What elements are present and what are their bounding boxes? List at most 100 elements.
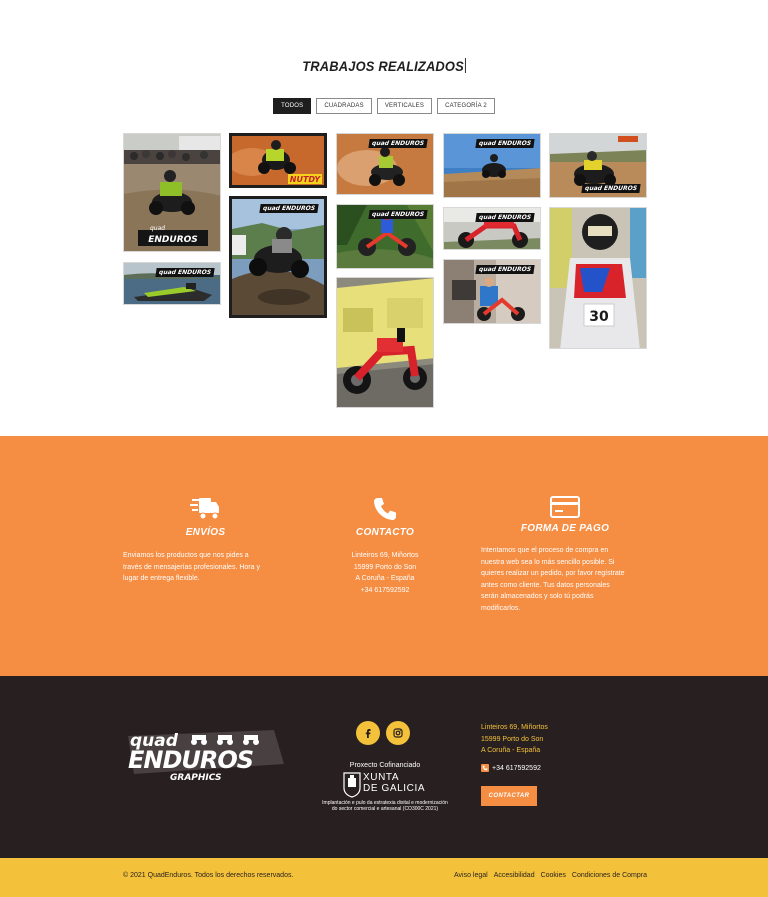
gallery-filters: TODOS CUADRADAS VERTICALES CATEGORÍA 2 (0, 98, 768, 114)
payment-line: nuestra web sea lo más sencillo posible.… (481, 558, 615, 566)
quadenduros-watermark: quad ENDUROS (155, 268, 215, 277)
footer-address-line: 15999 Porto do Son (481, 735, 544, 743)
shipping-line: lugar de entrega flexible. (123, 575, 200, 582)
rider-closeup-image: 30 (550, 208, 646, 348)
payment-text: Intentamos que el proceso de compra en n… (481, 545, 649, 614)
contact-phone[interactable]: +34 617592592 (310, 585, 460, 597)
electric-bike-image (337, 278, 433, 407)
gallery-photo-dirtbike-dust[interactable]: quad ENDUROS (336, 133, 434, 195)
gallery-photo-electric-bike[interactable] (336, 277, 434, 408)
quadenduros-watermark: quad ENDUROS (475, 265, 535, 274)
rider-number: 30 (589, 309, 609, 325)
logo-word-enduros: ENDUROS (128, 746, 253, 774)
payment-column: FORMA DE PAGO Intentamos que el proceso … (481, 496, 649, 614)
contact-button[interactable]: CONTACTAR (481, 786, 537, 806)
badge-text: quad ENDUROS (158, 269, 212, 276)
implementation-note: Implantación e pulo da estratexia dixita… (300, 800, 470, 812)
contact-address-line: 15999 Porto do Son (353, 563, 417, 571)
quadenduros-watermark: quad ENDUROS (368, 210, 428, 219)
quad-jump-image (232, 199, 324, 315)
badge-text: quad ENDUROS (478, 266, 532, 273)
footer-phone[interactable]: +34 617592592 (481, 764, 541, 772)
gallery-photo-rider-closeup[interactable]: 30 (549, 207, 647, 349)
link-accesibilidad[interactable]: Accesibilidad (494, 872, 535, 879)
quadenduros-watermark: quad ENDUROS (581, 184, 641, 193)
credit-card-icon (550, 496, 580, 518)
filter-todos[interactable]: TODOS (273, 98, 312, 114)
logo-word-graphics: GRAPHICS (170, 773, 222, 783)
payment-line: antes como cliente. Tus datos personales (481, 581, 610, 589)
instagram-icon (393, 728, 403, 738)
payment-line: quieres realizar un pedido, por favor re… (481, 570, 625, 577)
contact-text: Linteiros 69, Miñortos 15999 Porto do So… (310, 550, 460, 596)
payment-line: Intentamos que el proceso de compra en (481, 547, 609, 554)
xunta-line-1: XUNTA (363, 772, 400, 783)
badge-text: quad ENDUROS (478, 214, 532, 221)
facebook-button[interactable] (356, 721, 380, 745)
gallery-photo-quad-crowd[interactable]: ENDUROS quad (123, 133, 221, 252)
gallery-photo-red-bike[interactable]: quad ENDUROS (443, 207, 541, 250)
quadenduros-watermark: quad ENDUROS (259, 204, 319, 213)
payment-heading: FORMA DE PAGO (520, 523, 610, 534)
badge-text: quad ENDUROS (371, 140, 425, 147)
shipping-heading: ENVÍOS (185, 527, 226, 538)
truck-icon (190, 498, 219, 520)
payment-line: serán almacenados y solo tú podrás (481, 593, 594, 600)
gallery-photo-quad-sky[interactable]: quad ENDUROS (443, 133, 541, 198)
gallery-photo-quad-dust[interactable]: NUTDY (229, 133, 327, 188)
contact-address-line: A Coruña - España (355, 575, 415, 582)
badge-text: quad ENDUROS (478, 140, 532, 147)
quadenduros-watermark: quad ENDUROS (475, 139, 535, 148)
link-condiciones-compra[interactable]: Condiciones de Compra (572, 872, 647, 879)
text-caret (464, 58, 466, 73)
contact-address-line: Linteiros 69, Miñortos (351, 552, 419, 559)
svg-text:quad: quad (150, 225, 165, 232)
torn-edge-decoration (0, 439, 768, 452)
shipping-text: Enviamos los productos que nos pides a t… (123, 550, 288, 585)
copyright-text: © 2021 QuadEnduros. Todos los derechos r… (123, 872, 294, 879)
quadenduros-watermark: quad ENDUROS (475, 213, 535, 222)
svg-text:ENDUROS: ENDUROS (148, 235, 198, 245)
shipping-line: Enviamos los productos que nos pides a (123, 552, 249, 559)
xunta-shield-icon (343, 772, 361, 798)
shipping-column: ENVÍOS Enviamos los productos que nos pi… (123, 496, 288, 585)
filter-verticales[interactable]: VERTICALES (376, 98, 433, 114)
gallery-photo-quad-desert[interactable]: quad ENDUROS (549, 133, 647, 198)
quadenduros-watermark: quad ENDUROS (368, 139, 428, 148)
gallery-title: TRABAJOS REALIZADOS (31, 58, 738, 74)
xunta-wordmark: XUNTA DE GALICIA (363, 772, 426, 794)
legal-links: Aviso legal Accesibilidad Cookies Condic… (454, 872, 647, 879)
shipping-line: través de mensajerías profesionales. Hor… (123, 563, 260, 571)
filter-cuadradas[interactable]: CUADRADAS (316, 98, 372, 114)
implementation-line-2: do sector comercial e artesanal (CO300C … (331, 806, 439, 812)
instagram-button[interactable] (386, 721, 410, 745)
sponsor-label: NUTDY (290, 175, 322, 184)
gallery-photo-workshop[interactable]: quad ENDUROS (443, 259, 541, 324)
quad-dust-image: NUTDY (232, 136, 324, 185)
footer-address-line: A Coruña - España (481, 747, 541, 754)
footer-phone-number: +34 617592592 (492, 764, 541, 772)
badge-text: quad ENDUROS (584, 185, 638, 192)
facebook-icon (365, 729, 371, 738)
gallery-photo-quad-jump[interactable]: quad ENDUROS (229, 196, 327, 318)
filter-categoria-2[interactable]: CATEGORÍA 2 (437, 98, 495, 114)
quad-crowd-image: ENDUROS quad (124, 134, 220, 251)
xunta-line-2: DE GALICIA (363, 782, 426, 794)
quadenduros-logo[interactable]: quad ENDUROS GRAPHICS (124, 724, 286, 784)
link-cookies[interactable]: Cookies (541, 872, 566, 879)
gallery-title-text: TRABAJOS REALIZADOS (302, 58, 464, 74)
payment-line: modificarlos. (481, 604, 521, 612)
cofinanced-label: Proxecto Cofinanciado (349, 762, 421, 769)
badge-text: quad ENDUROS (371, 211, 425, 218)
phone-square-icon (481, 764, 489, 772)
badge-text: quad ENDUROS (262, 205, 316, 212)
phone-icon (374, 498, 396, 520)
contact-heading: CONTACTO (355, 527, 415, 538)
link-aviso-legal[interactable]: Aviso legal (454, 872, 488, 879)
footer-address-line: Linteiros 69, Miñortos (481, 724, 548, 731)
footer-bottom-bar (0, 858, 768, 897)
contact-column: CONTACTO Linteiros 69, Miñortos 15999 Po… (310, 496, 460, 596)
gallery-photo-jetski[interactable]: quad ENDUROS (123, 262, 221, 305)
gallery-photo-enduro-forest[interactable]: quad ENDUROS (336, 204, 434, 269)
footer-address: Linteiros 69, Miñortos 15999 Porto do So… (481, 722, 548, 757)
